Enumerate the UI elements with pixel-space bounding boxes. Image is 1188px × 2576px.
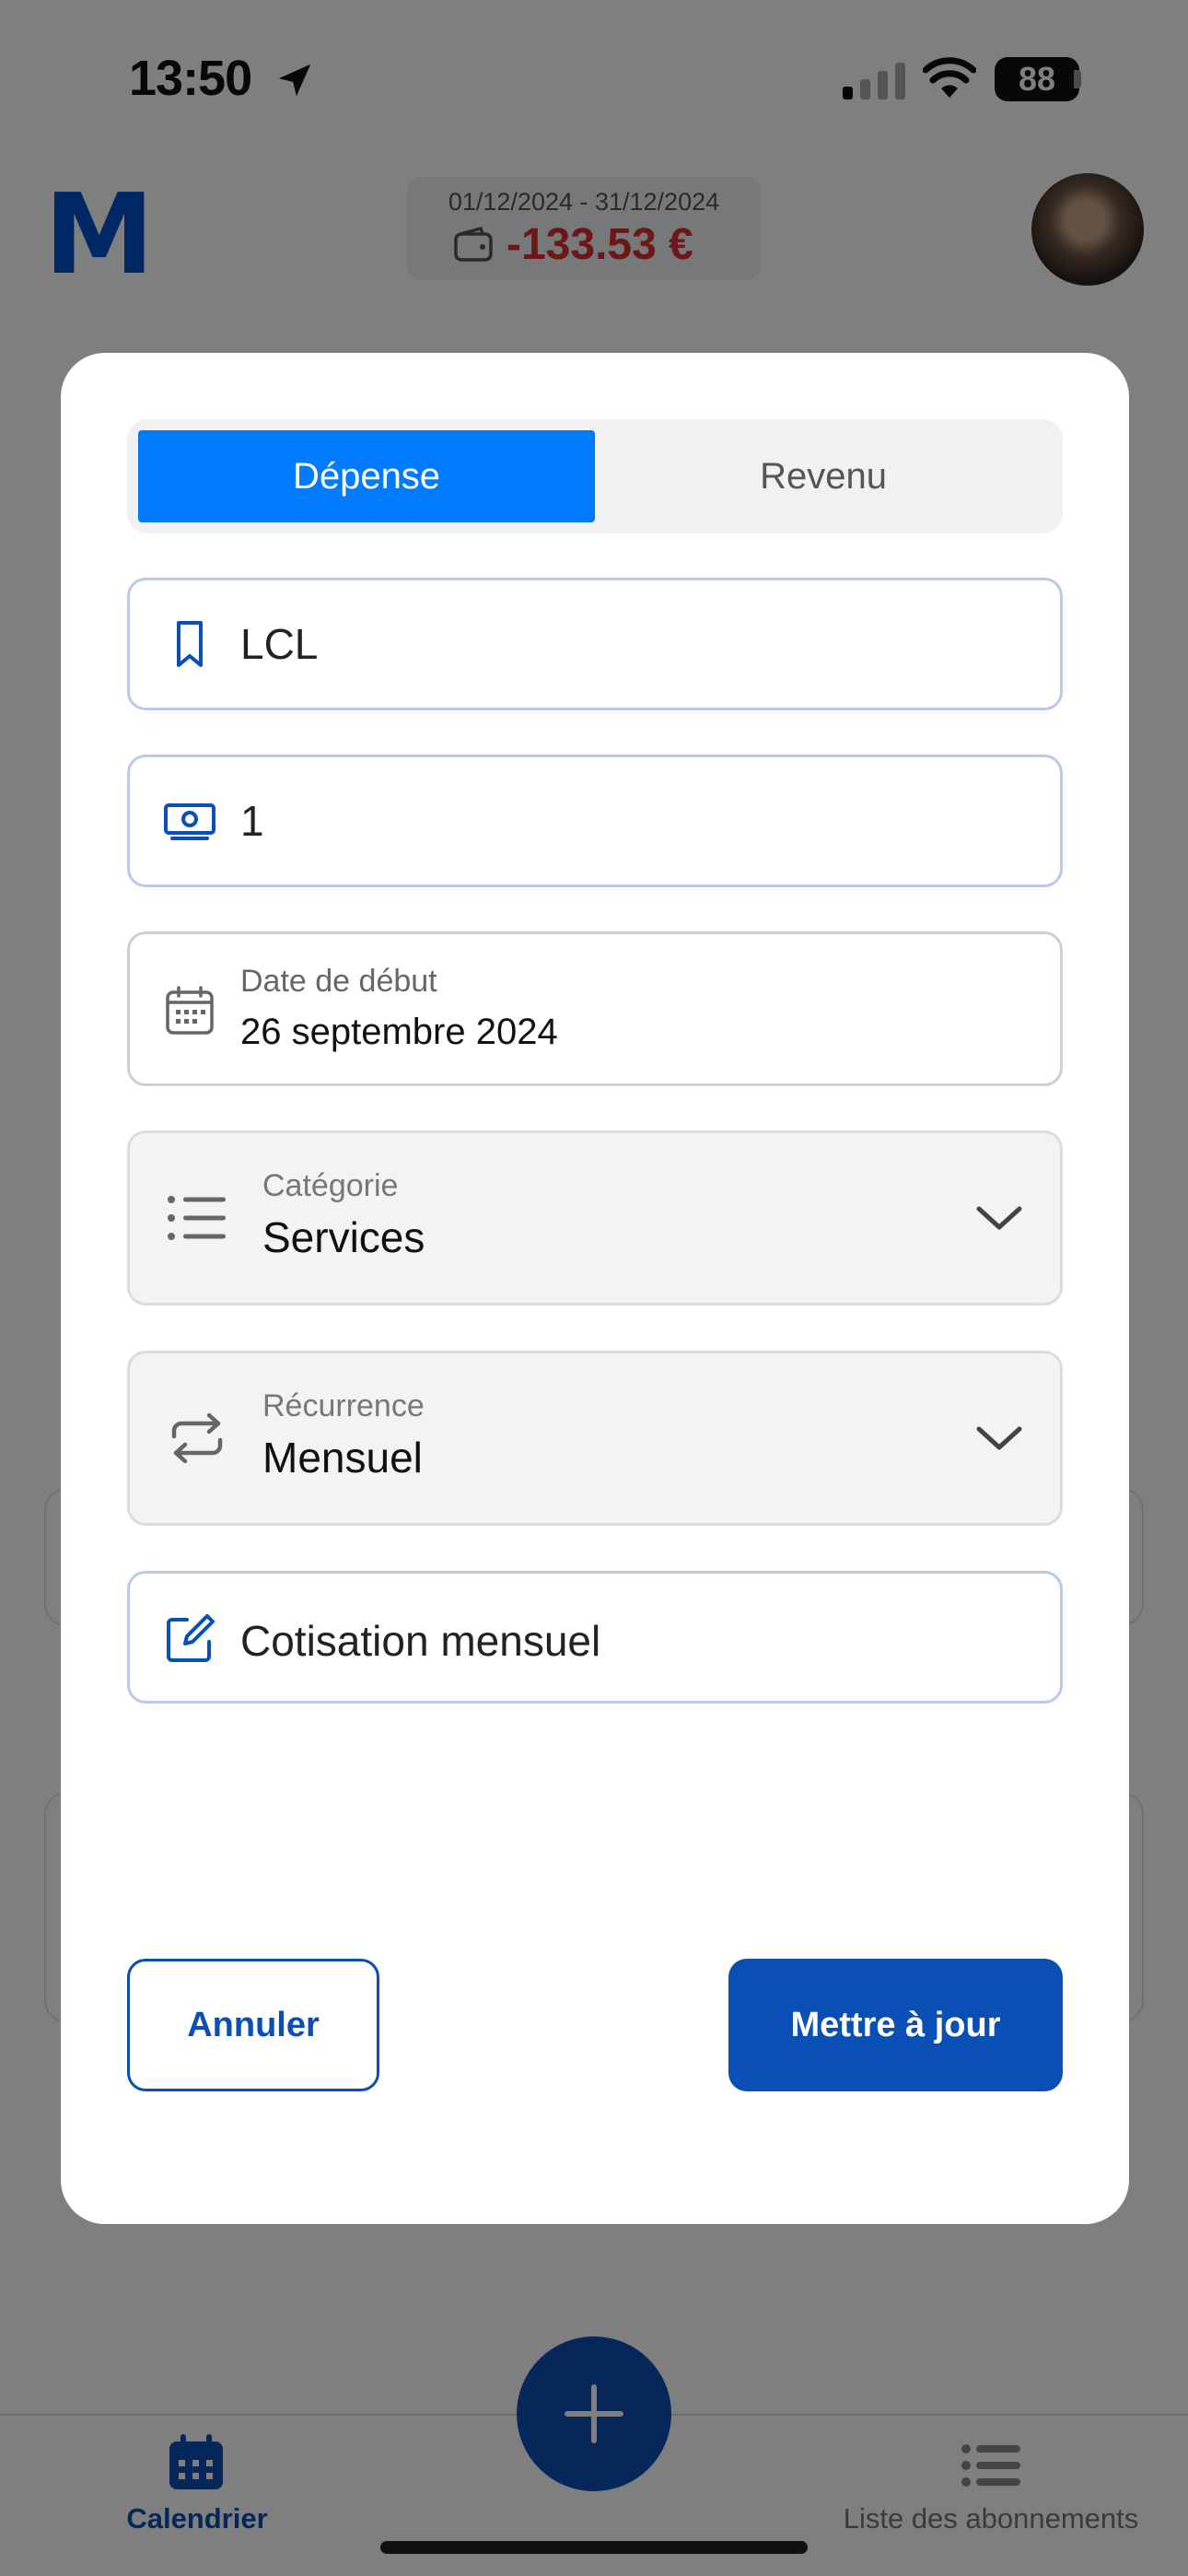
type-segmented-control: Dépense Revenu (127, 419, 1063, 533)
edit-transaction-modal: Dépense Revenu LCL 1 Date de début 26 se… (61, 353, 1129, 2224)
amount-field[interactable]: 1 (127, 755, 1063, 887)
chevron-down-icon (976, 1426, 1022, 1450)
bookmark-icon (177, 621, 203, 667)
amount-value: 1 (240, 797, 264, 845)
recurrence-select[interactable]: Récurrence Mensuel (127, 1351, 1063, 1526)
start-date-label: Date de début (240, 964, 437, 999)
category-select[interactable]: Catégorie Services (127, 1130, 1063, 1306)
edit-icon (167, 1614, 215, 1662)
home-indicator (380, 2541, 808, 2554)
tab-income[interactable]: Revenu (595, 430, 1052, 522)
name-field[interactable]: LCL (127, 578, 1063, 710)
category-label: Catégorie (262, 1168, 399, 1203)
calendar-icon (166, 986, 214, 1035)
note-field[interactable]: Cotisation mensuel (127, 1571, 1063, 1704)
category-value: Services (262, 1213, 425, 1261)
tab-expense[interactable]: Dépense (138, 430, 595, 522)
chevron-down-icon (976, 1206, 1022, 1230)
update-button[interactable]: Mettre à jour (728, 1959, 1063, 2091)
recurrence-label: Récurrence (262, 1388, 425, 1423)
note-value: Cotisation mensuel (240, 1617, 601, 1665)
recurrence-value: Mensuel (262, 1434, 423, 1481)
repeat-icon (171, 1412, 223, 1464)
name-value: LCL (240, 620, 319, 668)
list-icon (168, 1196, 226, 1240)
start-date-field[interactable]: Date de début 26 septembre 2024 (127, 931, 1063, 1086)
money-icon (164, 803, 215, 840)
cancel-button[interactable]: Annuler (127, 1959, 379, 2091)
start-date-value: 26 septembre 2024 (240, 1012, 558, 1052)
